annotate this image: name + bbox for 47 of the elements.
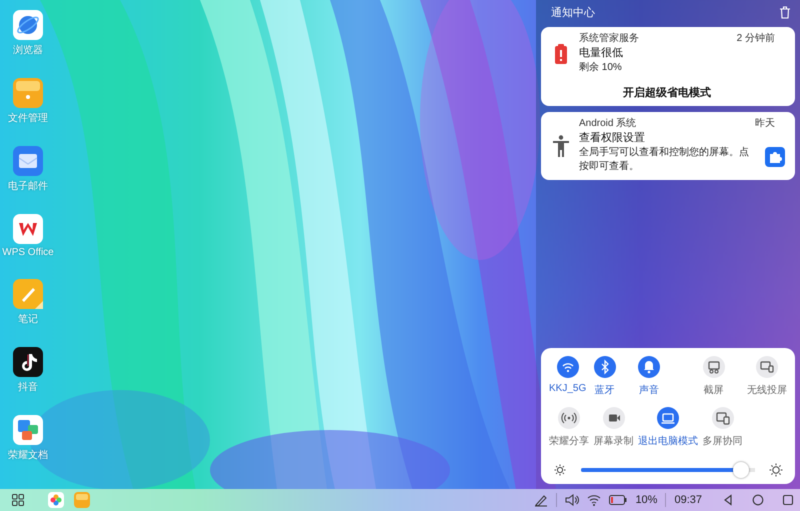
clock: 09:37 [674,494,702,506]
app-name: 系统管家服务 [579,32,640,45]
battery-warning-icon [554,44,568,64]
music-note-icon [13,347,43,377]
quick-toggle[interactable]: 无线投屏 [747,356,787,397]
app-name: Android 系统 [579,117,638,130]
recents-icon [782,494,794,506]
person-icon [553,134,569,156]
notification-card[interactable]: Android 系统 昨天 查看权限设置 全局手写可以查看和控制您的屏幕。点按即可查看。 [541,112,795,180]
notification-time: 昨天 [755,117,776,130]
quick-toggle[interactable]: 屏幕录制 [594,407,634,448]
quick-toggle[interactable]: KKJ_5G [549,356,586,394]
planet-icon [13,10,43,40]
folder-icon [74,492,90,508]
brightness-icon [553,463,567,477]
notification-title: 查看权限设置 [579,131,646,146]
volume-icon [565,494,580,506]
flower-icon [48,492,64,508]
home-icon [752,494,764,506]
back-icon [722,494,734,506]
folder-icon [13,78,43,108]
document-icon [13,415,43,445]
quick-toggle[interactable]: 声音 [638,356,660,397]
notification-text: 全局手写可以查看和控制您的屏幕。点按即可查看。 [579,146,750,174]
notification-title: 电量很低 [579,46,624,61]
battery-percent: 10% [635,494,658,506]
trash-icon [779,6,791,18]
notification-text: 剩余 10% [579,61,623,75]
panel-title: 通知中心 [551,6,595,20]
envelope-icon [13,146,43,176]
wifi-icon [587,494,602,506]
brightness-icon [769,463,783,477]
w-logo-icon [13,214,43,244]
notification-time: 2 分钟前 [736,32,776,45]
quick-toggle[interactable]: 荣耀分享 [549,407,589,448]
pen-icon [534,493,548,507]
quick-toggle[interactable]: 多屏协同 [702,407,742,448]
slider-thumb[interactable] [733,462,750,478]
puzzle-icon [765,147,785,167]
action-button[interactable]: 开启超级省电模式 [623,85,711,100]
battery-icon [609,495,628,505]
notification-card[interactable]: 系统管家服务 2 分钟前 电量很低 剩余 10% 开启超级省电模式 [541,27,795,106]
app-grid-icon [12,494,24,506]
quick-toggle[interactable]: 蓝牙 [594,356,616,397]
pen-icon [13,279,43,309]
quick-toggle[interactable]: 退出电脑模式 [638,407,698,448]
quick-toggle[interactable]: 截屏 [702,356,724,397]
